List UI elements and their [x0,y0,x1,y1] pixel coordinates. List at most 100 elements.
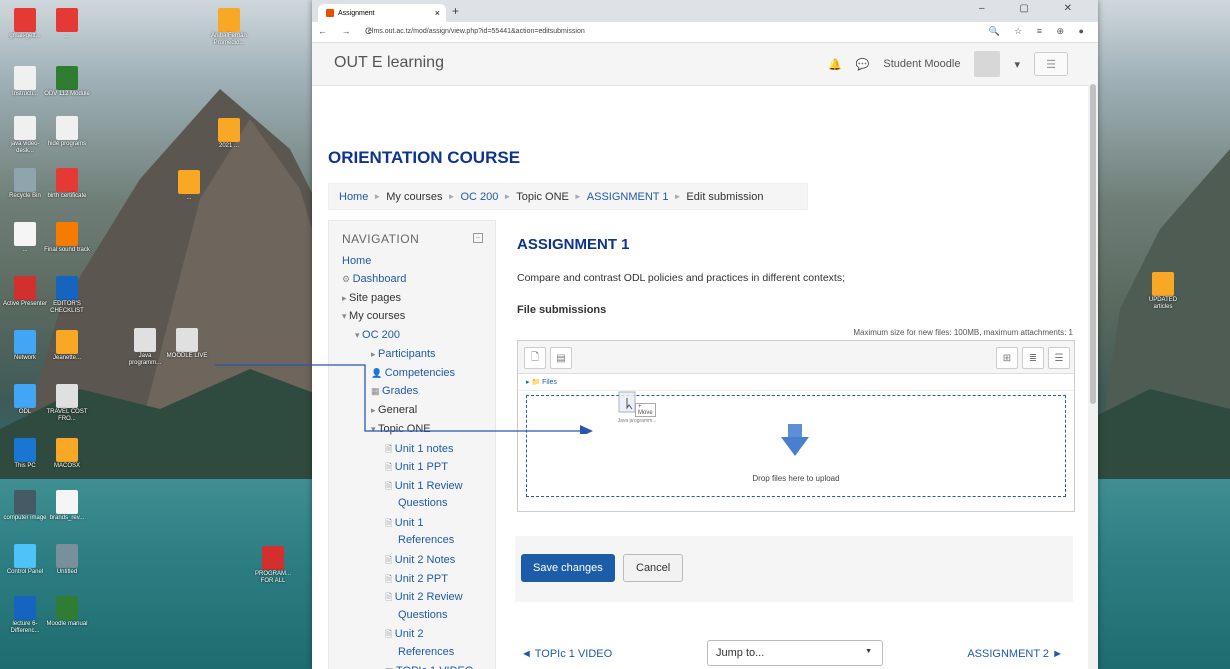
desktop-icon[interactable]: ODV 112 Module [44,66,90,98]
messages-icon[interactable]: 💬 [856,58,870,71]
nav-item[interactable]: 🗎 Unit 2 PPT [385,572,448,588]
desktop-icon[interactable]: gmail-gett... [2,8,48,40]
chevron-down-icon[interactable]: ▾ [1014,58,1020,71]
desktop-icon[interactable]: ... [166,170,212,202]
drop-zone[interactable]: Drop files here to upload + Move Java pr… [526,391,1066,497]
nav-item-label: Unit 2 [394,628,424,640]
desktop-icon[interactable]: Active Presenter [2,276,48,308]
collapse-icon[interactable]: – [473,233,483,243]
desktop-icon[interactable]: 2021 ... [206,118,252,150]
hamburger-menu-icon[interactable]: ☰ [1034,52,1068,76]
site-brand[interactable]: OUT E learning [334,54,444,72]
nav-item[interactable]: 🗎 Unit 1 [385,516,424,532]
nav-item[interactable]: ▸ Participants [371,348,436,360]
nav-item-icon: ⚙ [342,274,353,284]
desktop-icon[interactable]: computer image [2,490,48,522]
desktop-icon[interactable]: hide programs [44,116,90,148]
desktop-file-icon [14,544,36,568]
jump-to-select[interactable]: Jump to... ▼ [707,640,883,666]
nav-item[interactable]: ▦ Grades [371,385,418,397]
tree-view-icon[interactable]: ☰ [1048,347,1070,369]
desktop-icon[interactable]: birth certificate [44,168,90,200]
nav-item[interactable]: References [398,534,454,546]
desktop-icon[interactable]: Recycle Bin [2,168,48,200]
desktop-icon[interactable]: Instructi... [2,66,48,98]
icon-view-icon[interactable]: ⊞ [996,347,1018,369]
tab-close-icon[interactable]: × [435,8,440,18]
nav-item[interactable]: 🗎 Unit 1 PPT [385,460,448,476]
nav-item-icon: 🗎 [385,574,395,584]
files-folder-link[interactable]: ▸ 📁 Files [526,378,557,386]
nav-item[interactable]: ▸ Site pages [342,292,401,304]
browser-toolbar-icons[interactable]: 🔍 ☆ ≡ ⊕ ● [988,26,1090,37]
add-file-icon[interactable]: 🗋 [524,347,546,369]
save-button[interactable]: Save changes [521,554,615,582]
desktop-icon[interactable]: Jeanette... [44,330,90,362]
nav-item[interactable]: Questions [398,609,448,621]
nav-item[interactable]: References [398,646,454,658]
prev-activity-link[interactable]: ◄ TOPIc 1 VIDEO [521,648,612,660]
breadcrumb-item[interactable]: Topic ONE [516,191,569,203]
new-tab-button[interactable]: + [452,4,459,18]
breadcrumb-item[interactable]: ASSIGNMENT 1 [587,191,669,203]
desktop-icon[interactable]: EDITOR'S CHECKLIST [44,276,90,315]
nav-item-icon: 🗎 [385,555,395,565]
desktop-icon[interactable]: Java programm... [122,328,168,367]
breadcrumb-item[interactable]: Edit submission [686,191,763,203]
file-manager: 🗋 ▤ ⊞ ≣ ☰ ▸ 📁 Files Drop files here to u… [517,340,1075,512]
breadcrumb-item[interactable]: My courses [386,191,442,203]
list-view-icon[interactable]: ≣ [1022,347,1044,369]
user-name[interactable]: Student Moodle [883,58,960,70]
desktop-background: gmail-gett...... Instructi... ODV 112 Modu… [0,0,1230,669]
nav-item[interactable]: ▸ General [371,404,417,416]
nav-item[interactable]: 🗎 Unit 2 Review [385,590,463,606]
desktop-icon[interactable]: MOODLE LIVE [164,328,210,360]
desktop-icon[interactable]: java video-desk... [2,116,48,155]
nav-item[interactable]: ▾ OC 200 [355,329,400,341]
desktop-icon[interactable]: Untitled [44,544,90,576]
desktop-icon[interactable]: ... [2,222,48,254]
nav-item[interactable]: 🗎 Unit 1 Review [385,479,463,495]
desktop-icon[interactable]: PROGRAM... FOR ALL [250,546,296,585]
breadcrumb-item[interactable]: Home [339,191,368,203]
create-folder-icon[interactable]: ▤ [550,347,572,369]
nav-item[interactable]: 🗎 Unit 2 Notes [385,553,455,569]
desktop-icon[interactable]: TRAVEL COST FRO... [44,384,90,423]
scrollbar-thumb[interactable] [1090,84,1096,404]
breadcrumb-item[interactable]: OC 200 [460,191,498,203]
desktop-file-icon [134,328,156,352]
desktop-icon[interactable]: brands_rev... [44,490,90,522]
nav-item[interactable]: Questions [398,497,448,509]
nav-item[interactable]: ▦ TOPIc 1 VIDEO [385,665,473,669]
desktop-icon[interactable]: UPDATED articles [1140,272,1186,311]
desktop-icon[interactable]: Final sound track [44,222,90,254]
nav-item[interactable]: Home [342,255,371,267]
desktop-icon[interactable]: This PC [2,438,48,470]
browser-tab[interactable]: Assignment × [318,4,446,22]
scrollbar[interactable] [1088,84,1098,669]
nav-item[interactable]: ▾ My courses [342,310,405,322]
window-controls[interactable]: – ▢ ✕ [979,3,1088,14]
desktop-icon[interactable]: Moodle manual [44,596,90,628]
notifications-bell-icon[interactable]: 🔔 [828,58,842,71]
url-field[interactable]: elms.out.ac.tz/mod/assign/view.php?id=55… [368,28,585,35]
nav-item[interactable]: 🗎 Unit 2 [385,627,424,643]
avatar[interactable] [974,51,1001,77]
desktop-icon[interactable]: Control Panel [2,544,48,576]
desktop-icon[interactable]: ODL [2,384,48,416]
desktop-icon[interactable]: Network [2,330,48,362]
desktop-file-icon [56,276,78,300]
next-activity-link[interactable]: ASSIGNMENT 2 ► [967,648,1063,660]
nav-item[interactable]: 👤 Competencies [371,367,455,379]
nav-item[interactable]: ▾ Topic ONE [371,423,431,435]
desktop-icon[interactable]: MACOSX [44,438,90,470]
nav-item[interactable]: ⚙ Dashboard [342,273,406,285]
nav-item-icon: ▾ [342,311,350,321]
desktop-file-icon [56,168,78,192]
desktop-icon[interactable]: lecture 6-Differenc... [2,596,48,635]
nav-item[interactable]: 🗎 Unit 1 notes [385,442,453,458]
cancel-button[interactable]: Cancel [623,554,684,582]
desktop-icon[interactable]: ... [44,8,90,40]
desktop-icon[interactable]: AnibalFernán Promedio... [206,8,252,47]
nav-item-icon: 👤 [371,368,385,378]
